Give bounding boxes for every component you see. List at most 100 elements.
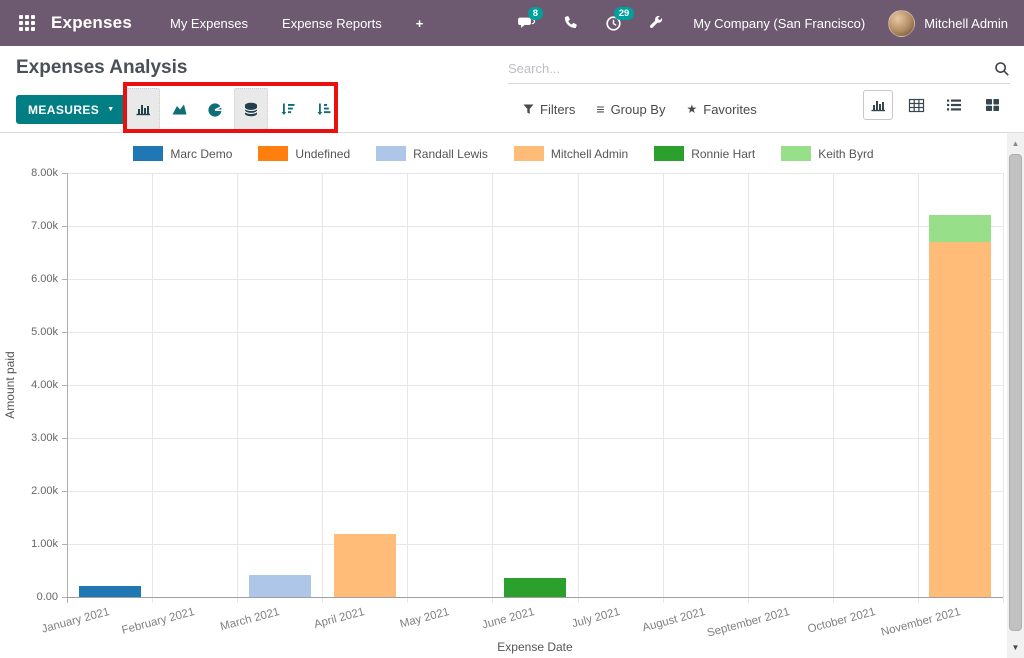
star-icon: ★ (686, 102, 697, 116)
bar-segment[interactable] (249, 575, 311, 597)
measures-button[interactable]: MEASURES ▼ (16, 95, 127, 124)
legend-swatch (258, 146, 288, 161)
x-gridline (152, 173, 153, 603)
control-panel: Expenses Analysis MEASURES ▼ (0, 46, 1024, 133)
x-tick-label: August 2021 (641, 606, 706, 634)
plot-area: 0.001.00k2.00k3.00k4.00k5.00k6.00k7.00k8… (67, 173, 1003, 597)
legend-swatch (514, 146, 544, 161)
legend-label: Undefined (295, 147, 350, 161)
bar-segment[interactable] (929, 215, 991, 242)
pivot-view-button[interactable] (901, 90, 931, 120)
vertical-scrollbar[interactable]: ▲ ▼ (1007, 133, 1024, 658)
bar-segment[interactable] (79, 586, 141, 597)
messages-button[interactable]: 8 (517, 13, 537, 33)
scrollbar-down-arrow[interactable]: ▼ (1007, 639, 1024, 656)
kanban-view-button[interactable] (977, 90, 1007, 120)
y-tick-label: 1.00k (31, 538, 58, 550)
area-chart-icon (171, 101, 188, 117)
y-gridline (67, 173, 1003, 174)
search-icon[interactable] (994, 61, 1010, 77)
legend-item[interactable]: Marc Demo (133, 146, 232, 161)
x-gridline (833, 173, 834, 603)
list-view-button[interactable] (939, 90, 969, 120)
bar-chart-button[interactable] (126, 88, 160, 130)
sort-desc-button[interactable] (270, 88, 304, 130)
x-axis-title: Expense Date (497, 640, 572, 654)
pie-chart-button[interactable] (198, 88, 232, 130)
x-tick-label: September 2021 (706, 606, 791, 640)
bar-segment[interactable] (929, 242, 991, 597)
tools-button[interactable] (646, 13, 666, 33)
y-gridline (67, 597, 1003, 598)
favorites-button[interactable]: ★ Favorites (686, 102, 756, 117)
bar-segment[interactable] (334, 534, 396, 597)
y-tick-label: 4.00k (31, 379, 58, 391)
messages-badge: 8 (528, 7, 542, 20)
view-switcher (863, 90, 1007, 120)
x-gridline (663, 173, 664, 603)
legend-swatch (654, 146, 684, 161)
app-name[interactable]: Expenses (51, 13, 132, 33)
x-gridline (407, 173, 408, 603)
y-tick-label: 3.00k (31, 432, 58, 444)
activities-badge: 29 (614, 7, 634, 20)
graph-view-button[interactable] (863, 90, 893, 120)
x-tick-label: October 2021 (806, 606, 876, 636)
legend-item[interactable]: Mitchell Admin (514, 146, 628, 161)
scrollbar-up-arrow[interactable]: ▲ (1007, 135, 1024, 152)
x-tick-label: June 2021 (481, 606, 536, 631)
search-input[interactable] (508, 61, 994, 76)
x-tick-label: March 2021 (219, 606, 281, 633)
pivot-view-icon (908, 98, 925, 113)
legend-label: Keith Byrd (818, 147, 873, 161)
legend-label: Randall Lewis (413, 147, 488, 161)
phone-icon (562, 15, 578, 31)
navbar-left: Expenses My Expenses Expense Reports + (0, 11, 423, 35)
x-tick-label: April 2021 (313, 606, 366, 631)
company-switcher[interactable]: My Company (San Francisco) (693, 16, 865, 31)
y-axis-title: Amount paid (3, 351, 17, 418)
apps-menu-button[interactable] (15, 11, 39, 35)
x-tick-label: January 2021 (40, 606, 110, 636)
pie-chart-icon (207, 101, 224, 118)
menu-my-expenses[interactable]: My Expenses (170, 16, 248, 31)
y-gridline (67, 438, 1003, 439)
y-axis-line (67, 173, 68, 603)
group-by-button[interactable]: ≡ Group By (596, 101, 665, 117)
chart-type-buttons (126, 86, 340, 132)
x-tick-label: November 2021 (879, 606, 961, 639)
legend-item[interactable]: Undefined (258, 146, 350, 161)
measures-label: MEASURES (28, 103, 99, 117)
scrollbar-thumb[interactable] (1009, 154, 1022, 631)
user-menu[interactable]: Mitchell Admin (888, 10, 1008, 37)
funnel-icon (523, 104, 534, 115)
voip-button[interactable] (560, 13, 580, 33)
bar-segment[interactable] (504, 578, 566, 597)
group-by-label: Group By (611, 102, 666, 117)
activities-button[interactable]: 29 (603, 13, 623, 33)
search-box (508, 54, 1010, 84)
y-tick-label: 2.00k (31, 485, 58, 497)
menu-plus-button[interactable]: + (416, 16, 424, 31)
filters-button[interactable]: Filters (523, 102, 575, 117)
x-tick-label: February 2021 (120, 606, 195, 637)
filters-label: Filters (540, 102, 575, 117)
legend-swatch (133, 146, 163, 161)
legend-swatch (376, 146, 406, 161)
y-gridline (67, 226, 1003, 227)
legend-label: Mitchell Admin (551, 147, 628, 161)
x-gridline (1003, 173, 1004, 603)
y-tick-label: 5.00k (31, 326, 58, 338)
line-area-chart-button[interactable] (162, 88, 196, 130)
x-gridline (237, 173, 238, 603)
legend-item[interactable]: Randall Lewis (376, 146, 488, 161)
caret-down-icon: ▼ (107, 106, 114, 113)
user-name: Mitchell Admin (924, 16, 1008, 31)
kanban-view-icon (985, 98, 1000, 112)
sort-asc-button[interactable] (306, 88, 340, 130)
legend-item[interactable]: Ronnie Hart (654, 146, 755, 161)
menu-expense-reports[interactable]: Expense Reports (282, 16, 382, 31)
legend-item[interactable]: Keith Byrd (781, 146, 873, 161)
stacked-button[interactable] (234, 88, 268, 130)
apps-grid-icon (19, 15, 35, 31)
